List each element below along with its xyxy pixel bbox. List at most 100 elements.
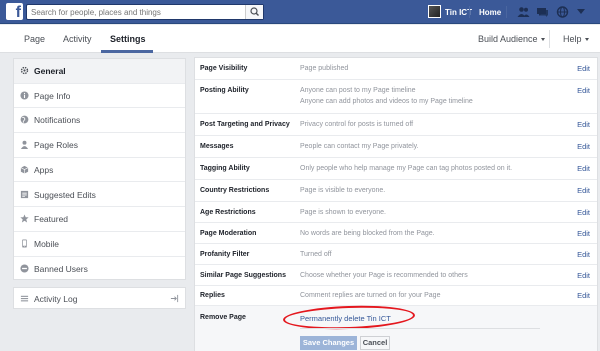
sidebar-item-label: Suggested Edits xyxy=(34,189,96,200)
sidebar-item-suggested-edits[interactable]: Suggested Edits xyxy=(14,183,185,208)
setting-value: Privacy control for posts is turned off xyxy=(300,121,414,128)
settings-row-page-moderation[interactable]: Page Moderation No words are being block… xyxy=(195,223,597,244)
setting-value: Choose whether your Page is recommended … xyxy=(300,272,468,279)
settings-row-tagging-ability[interactable]: Tagging Ability Only people who help man… xyxy=(195,158,597,180)
save-changes-button[interactable]: Save Changes xyxy=(300,336,357,350)
settings-row-country-restrictions[interactable]: Country Restrictions Page is visible to … xyxy=(195,180,597,202)
setting-label: Messages xyxy=(200,143,234,150)
setting-label: Similar Page Suggestions xyxy=(200,272,286,279)
search-button[interactable] xyxy=(245,5,263,19)
settings-row-post-targeting[interactable]: Post Targeting and Privacy Privacy contr… xyxy=(195,114,597,136)
divider xyxy=(506,6,507,18)
sidebar-item-label: Notifications xyxy=(34,115,81,126)
sidebar-item-label: Page Info xyxy=(34,90,71,101)
suggested-edits-icon xyxy=(20,190,29,198)
edit-link[interactable]: Edit xyxy=(577,142,590,151)
messages-icon[interactable] xyxy=(536,6,549,18)
edit-link[interactable]: Edit xyxy=(577,291,590,300)
search-input[interactable] xyxy=(27,5,242,19)
sidebar-item-label: Page Roles xyxy=(34,140,78,151)
general-settings-panel: Page Visibility Page published Edit Post… xyxy=(194,57,598,351)
edit-link[interactable]: Edit xyxy=(577,271,590,280)
cancel-button[interactable]: Cancel xyxy=(360,336,390,350)
setting-value-secondary: Anyone can add photos and videos to my P… xyxy=(300,98,473,105)
setting-label: Remove Page xyxy=(200,314,246,321)
page-nav: Page Activity Settings Build Audience He… xyxy=(0,25,600,53)
divider xyxy=(549,30,550,48)
settings-row-messages[interactable]: Messages People can contact my Page priv… xyxy=(195,136,597,158)
sidebar-item-featured[interactable]: Featured xyxy=(14,207,185,232)
search-box[interactable] xyxy=(26,4,264,20)
chevron-down-icon xyxy=(584,38,589,42)
facebook-logo[interactable]: f xyxy=(6,3,23,20)
settings-row-profanity-filter[interactable]: Profanity Filter Turned off Edit xyxy=(195,244,597,265)
settings-row-age-restrictions[interactable]: Age Restrictions Page is shown to everyo… xyxy=(195,202,597,223)
setting-label: Posting Ability xyxy=(200,87,249,94)
sidebar-item-page-info[interactable]: Page Info xyxy=(14,84,185,109)
setting-label: Age Restrictions xyxy=(200,209,256,216)
sidebar-item-label: Featured xyxy=(34,214,69,225)
build-audience-dropdown[interactable]: Build Audience xyxy=(478,34,545,44)
setting-label: Profanity Filter xyxy=(200,251,250,258)
settings-row-page-visibility[interactable]: Page Visibility Page published Edit xyxy=(195,58,597,80)
sidebar-item-general[interactable]: General xyxy=(14,59,185,84)
edit-link[interactable]: Edit xyxy=(577,64,590,73)
setting-value: People can contact my Page privately. xyxy=(300,143,419,150)
edit-link[interactable]: Edit xyxy=(577,250,590,259)
sidebar-item-page-roles[interactable]: Page Roles xyxy=(14,133,185,158)
setting-label: Post Targeting and Privacy xyxy=(200,121,290,128)
setting-value: Only people who help manage my Page can … xyxy=(300,165,513,172)
setting-value: No words are being blocked from the Page… xyxy=(300,230,435,237)
help-dropdown[interactable]: Help xyxy=(563,34,589,44)
setting-value: Page published xyxy=(300,65,349,72)
star-icon xyxy=(20,214,29,223)
setting-label: Page Moderation xyxy=(200,230,257,237)
mobile-icon xyxy=(22,239,27,248)
permanently-delete-link[interactable]: Permanently delete Tin ICT xyxy=(300,314,391,323)
settings-row-similar-page-suggestions[interactable]: Similar Page Suggestions Choose whether … xyxy=(195,265,597,286)
settings-dropdown-icon[interactable] xyxy=(577,9,585,15)
info-icon xyxy=(20,91,29,100)
tab-activity[interactable]: Activity xyxy=(63,34,92,44)
build-audience-label: Build Audience xyxy=(478,34,538,44)
setting-value: Comment replies are turned on for your P… xyxy=(300,292,441,299)
settings-row-posting-ability[interactable]: Posting Ability Anyone can post to my Pa… xyxy=(195,80,597,114)
sidebar-item-label: Banned Users xyxy=(34,263,88,274)
user-avatar[interactable] xyxy=(428,5,441,18)
help-label: Help xyxy=(563,34,582,44)
edit-link[interactable]: Edit xyxy=(577,86,590,95)
sidebar-item-activity-log[interactable]: Activity Log xyxy=(13,287,186,309)
edit-link[interactable]: Edit xyxy=(577,186,590,195)
sidebar-item-apps[interactable]: Apps xyxy=(14,158,185,183)
chevron-down-icon xyxy=(540,38,545,42)
divider xyxy=(300,328,540,329)
tab-page[interactable]: Page xyxy=(24,34,45,44)
edit-link[interactable]: Edit xyxy=(577,229,590,238)
user-name-link[interactable]: Tin ICT xyxy=(445,8,472,17)
edit-link[interactable]: Edit xyxy=(577,120,590,129)
setting-value: Anyone can post to my Page timeline xyxy=(300,87,416,94)
setting-label: Country Restrictions xyxy=(200,187,270,194)
tab-settings[interactable]: Settings xyxy=(110,34,146,44)
search-icon xyxy=(250,7,259,16)
setting-value: Page is visible to everyone. xyxy=(300,187,386,194)
sidebar-item-label: Mobile xyxy=(34,238,60,249)
person-icon xyxy=(20,140,29,150)
setting-label: Replies xyxy=(200,292,225,299)
friend-requests-icon[interactable] xyxy=(517,6,530,18)
globe-icon xyxy=(20,116,29,124)
sidebar-item-notifications[interactable]: Notifications xyxy=(14,108,185,134)
notifications-icon[interactable] xyxy=(556,6,569,18)
apps-icon xyxy=(20,165,29,174)
settings-row-replies[interactable]: Replies Comment replies are turned on fo… xyxy=(195,286,597,306)
edit-link[interactable]: Edit xyxy=(577,164,590,173)
settings-row-remove-page: Remove Page Permanently delete Tin ICT S… xyxy=(195,303,597,351)
sidebar-item-banned-users[interactable]: Banned Users xyxy=(14,257,185,282)
settings-sidebar: General Page Info Notifications Page Rol… xyxy=(13,58,186,280)
home-link[interactable]: Home xyxy=(479,8,501,17)
setting-value: Turned off xyxy=(300,251,332,258)
setting-label: Tagging Ability xyxy=(200,165,250,172)
sidebar-item-label: General xyxy=(34,66,66,76)
edit-link[interactable]: Edit xyxy=(577,208,590,217)
sidebar-item-mobile[interactable]: Mobile xyxy=(14,232,185,257)
